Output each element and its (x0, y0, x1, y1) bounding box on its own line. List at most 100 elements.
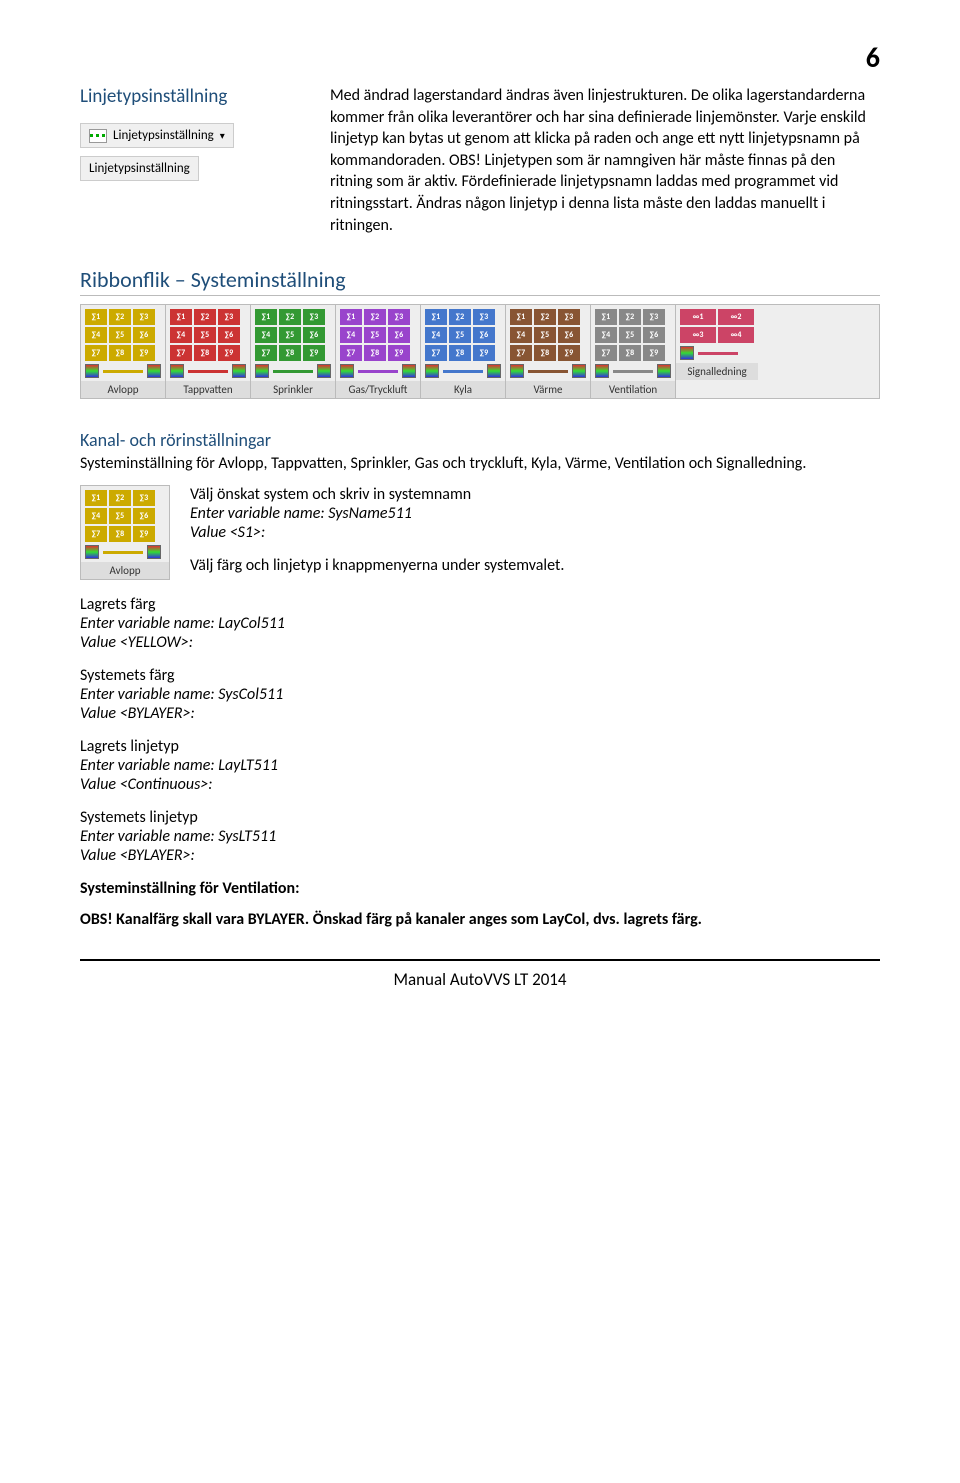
system-slot[interactable]: ∑7 (255, 345, 277, 361)
line-bar-icon[interactable] (443, 370, 483, 373)
system-slot[interactable]: ∑9 (643, 345, 665, 361)
system-slot[interactable]: ∑2 (364, 309, 386, 325)
palette-icon[interactable] (85, 545, 99, 559)
system-slot[interactable]: ∑5 (449, 327, 471, 343)
system-slot[interactable]: ∑1 (510, 309, 532, 325)
linetype-button[interactable]: Linjetypsinställning ▾ (80, 123, 234, 148)
system-slot[interactable]: ∑3 (388, 309, 410, 325)
system-slot[interactable]: ∞3 (680, 327, 716, 343)
palette-icon[interactable] (340, 364, 354, 378)
palette-icon[interactable] (85, 364, 99, 378)
system-slot[interactable]: ∑6 (218, 327, 240, 343)
system-slot[interactable]: ∑2 (449, 309, 471, 325)
system-slot[interactable]: ∑5 (364, 327, 386, 343)
palette-icon[interactable] (487, 364, 501, 378)
system-slot[interactable]: ∑8 (279, 345, 301, 361)
ribbon-panel-signalledning[interactable]: ∞1∞2∞3∞4Signalledning (676, 305, 758, 398)
system-slot[interactable]: ∑1 (595, 309, 617, 325)
system-slot[interactable]: ∑5 (194, 327, 216, 343)
system-slot[interactable]: ∑7 (85, 526, 107, 542)
system-slot[interactable]: ∑8 (194, 345, 216, 361)
line-bar-icon[interactable] (273, 370, 313, 373)
system-slot[interactable]: ∑4 (425, 327, 447, 343)
system-slot[interactable]: ∑2 (109, 309, 131, 325)
system-slot[interactable]: ∑5 (109, 327, 131, 343)
system-slot[interactable]: ∑1 (170, 309, 192, 325)
system-slot[interactable]: ∑9 (218, 345, 240, 361)
palette-icon[interactable] (317, 364, 331, 378)
system-slot[interactable]: ∑6 (388, 327, 410, 343)
system-slot[interactable]: ∑7 (170, 345, 192, 361)
system-slot[interactable]: ∑6 (133, 327, 155, 343)
system-slot[interactable]: ∑6 (303, 327, 325, 343)
system-slot[interactable]: ∑9 (133, 345, 155, 361)
system-slot[interactable]: ∞4 (718, 327, 754, 343)
ribbon-panel-vrme[interactable]: ∑1∑2∑3∑4∑5∑6∑7∑8∑9Värme (506, 305, 591, 398)
system-slot[interactable]: ∑4 (595, 327, 617, 343)
system-slot[interactable]: ∑8 (619, 345, 641, 361)
palette-icon[interactable] (255, 364, 269, 378)
system-slot[interactable]: ∑8 (109, 526, 131, 542)
system-slot[interactable]: ∑5 (109, 508, 131, 524)
palette-icon[interactable] (402, 364, 416, 378)
ribbon-panel-avlopp[interactable]: ∑1∑2∑3∑4∑5∑6∑7∑8∑9Avlopp (81, 305, 166, 398)
system-slot[interactable]: ∑8 (109, 345, 131, 361)
system-slot[interactable]: ∑5 (279, 327, 301, 343)
system-slot[interactable]: ∑8 (449, 345, 471, 361)
ribbon-panel-ventilation[interactable]: ∑1∑2∑3∑4∑5∑6∑7∑8∑9Ventilation (591, 305, 676, 398)
system-slot[interactable]: ∑8 (364, 345, 386, 361)
palette-icon[interactable] (510, 364, 524, 378)
system-slot[interactable]: ∑1 (85, 490, 107, 506)
system-slot[interactable]: ∑7 (595, 345, 617, 361)
ribbon-panel-gastryckluft[interactable]: ∑1∑2∑3∑4∑5∑6∑7∑8∑9Gas/Tryckluft (336, 305, 421, 398)
system-slot[interactable]: ∑9 (303, 345, 325, 361)
system-slot[interactable]: ∑3 (473, 309, 495, 325)
system-slot[interactable]: ∑4 (85, 508, 107, 524)
system-slot[interactable]: ∑9 (558, 345, 580, 361)
system-slot[interactable]: ∑1 (255, 309, 277, 325)
system-slot[interactable]: ∑4 (170, 327, 192, 343)
line-bar-icon[interactable] (103, 370, 143, 373)
system-slot[interactable]: ∑2 (279, 309, 301, 325)
system-slot[interactable]: ∑2 (194, 309, 216, 325)
system-slot[interactable]: ∞1 (680, 309, 716, 325)
palette-icon[interactable] (595, 364, 609, 378)
system-slot[interactable]: ∑6 (473, 327, 495, 343)
system-slot[interactable]: ∑4 (255, 327, 277, 343)
system-slot[interactable]: ∑2 (534, 309, 556, 325)
system-slot[interactable]: ∑9 (388, 345, 410, 361)
line-bar-icon[interactable] (613, 370, 653, 373)
system-slot[interactable]: ∑9 (473, 345, 495, 361)
palette-icon[interactable] (232, 364, 246, 378)
system-slot[interactable]: ∑7 (85, 345, 107, 361)
palette-icon[interactable] (170, 364, 184, 378)
system-slot[interactable]: ∑7 (340, 345, 362, 361)
system-slot[interactable]: ∑6 (133, 508, 155, 524)
system-slot[interactable]: ∑1 (425, 309, 447, 325)
system-slot[interactable]: ∑1 (340, 309, 362, 325)
system-slot[interactable]: ∑5 (534, 327, 556, 343)
system-slot[interactable]: ∑1 (85, 309, 107, 325)
system-slot[interactable]: ∑6 (558, 327, 580, 343)
system-slot[interactable]: ∑3 (133, 490, 155, 506)
palette-icon[interactable] (657, 364, 671, 378)
palette-icon[interactable] (572, 364, 586, 378)
system-slot[interactable]: ∑2 (109, 490, 131, 506)
system-slot[interactable]: ∑3 (218, 309, 240, 325)
system-slot[interactable]: ∑4 (340, 327, 362, 343)
palette-icon[interactable] (680, 346, 694, 360)
palette-icon[interactable] (147, 545, 161, 559)
system-slot[interactable]: ∑5 (619, 327, 641, 343)
line-bar-icon[interactable] (188, 370, 228, 373)
system-slot[interactable]: ∑3 (133, 309, 155, 325)
line-bar-icon[interactable] (358, 370, 398, 373)
palette-icon[interactable] (425, 364, 439, 378)
system-slot[interactable]: ∑3 (643, 309, 665, 325)
system-slot[interactable]: ∑9 (133, 526, 155, 542)
system-slot[interactable]: ∑6 (643, 327, 665, 343)
system-slot[interactable]: ∑4 (510, 327, 532, 343)
system-slot[interactable]: ∞2 (718, 309, 754, 325)
line-bar-icon[interactable] (103, 551, 143, 554)
line-bar-icon[interactable] (698, 352, 738, 355)
line-bar-icon[interactable] (528, 370, 568, 373)
